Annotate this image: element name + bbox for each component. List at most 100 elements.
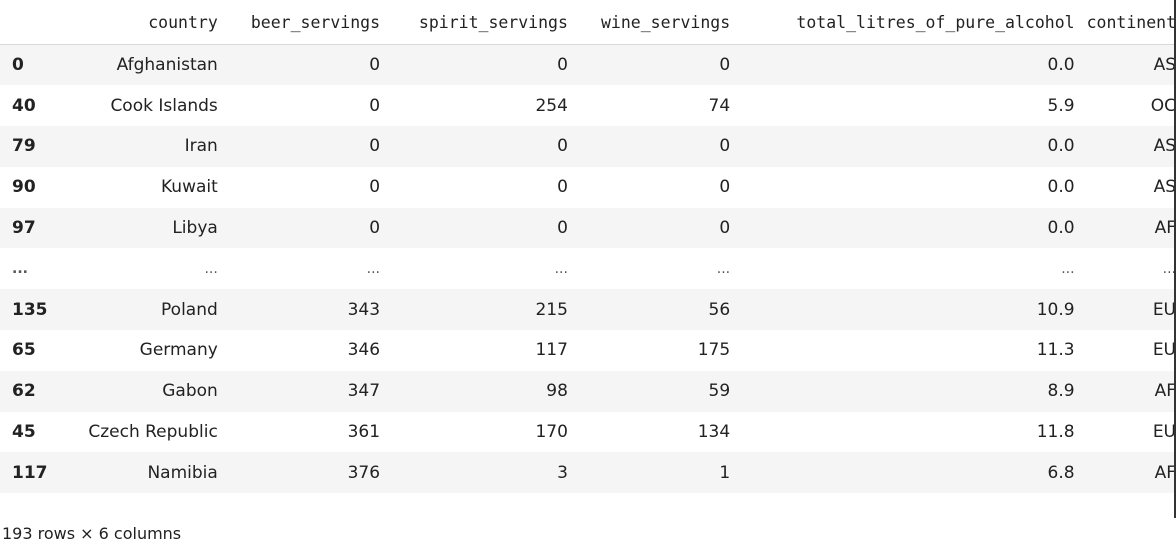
- cell-spirit: 254: [535, 95, 568, 116]
- cell-alcohol: 0.0: [1047, 136, 1075, 157]
- cell-alcohol: 5.9: [1047, 95, 1075, 116]
- table-row: 62 Gabon 347 98 59 8.9 AF: [0, 370, 1176, 412]
- cell-wine: 59: [708, 381, 731, 402]
- cell-beer: 0: [369, 177, 381, 198]
- column-header-country: country: [76, 0, 218, 45]
- table-row: 45 Czech Republic 361 170 134 11.8 EU: [0, 412, 1176, 453]
- table-shape-summary: 193 rows × 6 columns: [2, 524, 182, 543]
- cell-country: Namibia: [147, 462, 218, 483]
- cell-beer: 346: [347, 340, 381, 361]
- table-row: 90 Kuwait 0 0 0 0.0 AS: [0, 167, 1176, 208]
- cell-alcohol: 6.8: [1047, 462, 1075, 483]
- cell-country: Germany: [139, 340, 218, 361]
- table-row: 97 Libya 0 0 0 0.0 AF: [0, 207, 1176, 249]
- cell-spirit: 98: [546, 381, 568, 402]
- cell-country: Gabon: [162, 381, 218, 402]
- column-header-wine-servings: wine_servings: [567, 0, 731, 45]
- cell-wine: 175: [697, 340, 731, 361]
- table-body: 0 Afghanistan 0 0 0 0.0 AS 40 Cook Islands 0 254 74…: [0, 44, 1176, 494]
- cell-wine: 0: [719, 218, 731, 239]
- table-header-row: country beer_servings spirit_servings wi…: [0, 0, 1176, 45]
- cell-spirit: 0: [557, 55, 568, 76]
- cell-beer: 361: [347, 422, 381, 443]
- cell-wine: 0: [719, 55, 731, 76]
- cell-wine: 0: [719, 177, 731, 198]
- table-row: 40 Cook Islands 0 254 74 5.9 OC: [0, 85, 1176, 126]
- cell-spirit: 3: [557, 462, 568, 483]
- cell-continent: AS: [1153, 136, 1176, 157]
- cell-alcohol: 10.9: [1036, 299, 1075, 320]
- cell-continent: ...: [1162, 260, 1176, 277]
- row-index: 62: [12, 381, 36, 402]
- cell-continent: AF: [1154, 381, 1176, 402]
- cell-wine: 56: [708, 299, 731, 320]
- row-index: 117: [12, 462, 48, 483]
- cell-continent: AF: [1154, 218, 1176, 239]
- cell-beer: 0: [369, 95, 381, 116]
- row-index: 79: [12, 136, 36, 157]
- column-header-total-litres: total_litres_of_pure_alcohol: [730, 0, 1075, 45]
- table-row: 117 Namibia 376 3 1 6.8 AF: [0, 452, 1176, 494]
- cell-alcohol: 0.0: [1047, 177, 1075, 198]
- cell-continent: EU: [1152, 299, 1176, 320]
- cell-country: Cook Islands: [110, 95, 218, 116]
- table-row: 135 Poland 343 215 56 10.9 EU: [0, 289, 1176, 331]
- cell-beer: 343: [347, 299, 381, 320]
- cell-country: Poland: [161, 299, 218, 320]
- column-header-continent: continent: [1074, 0, 1176, 45]
- cell-alcohol: 8.9: [1047, 381, 1075, 402]
- cell-wine: 1: [719, 462, 731, 483]
- cell-spirit: 117: [535, 340, 568, 361]
- cell-continent: EU: [1152, 422, 1176, 443]
- row-index: 0: [12, 55, 24, 76]
- cell-continent: OC: [1150, 95, 1176, 116]
- cell-alcohol: 0.0: [1047, 218, 1075, 239]
- cell-spirit: 0: [557, 177, 568, 198]
- cell-alcohol: 11.8: [1036, 422, 1075, 443]
- cell-continent: AF: [1154, 462, 1176, 483]
- dataframe-output: country beer_servings spirit_servings wi…: [0, 0, 1176, 552]
- row-index: 135: [12, 299, 48, 320]
- index-header: [0, 0, 77, 45]
- cell-country: Iran: [184, 136, 218, 157]
- cell-beer: 376: [347, 462, 381, 483]
- row-index: 40: [12, 95, 36, 116]
- dataframe-table: country beer_servings spirit_servings wi…: [0, 0, 1176, 494]
- cell-country: Afghanistan: [116, 55, 218, 76]
- column-header-beer-servings: beer_servings: [217, 0, 381, 45]
- table-row: 79 Iran 0 0 0 0.0 AS: [0, 126, 1176, 167]
- cell-continent: AS: [1153, 55, 1176, 76]
- cell-spirit: 215: [535, 299, 568, 320]
- cell-country: ...: [204, 260, 218, 277]
- cell-country: Libya: [172, 218, 218, 239]
- cell-beer: 0: [369, 136, 381, 157]
- cell-spirit: 0: [557, 136, 568, 157]
- cell-wine: 74: [708, 95, 731, 116]
- table-row: .....................: [0, 248, 1176, 289]
- cell-alcohol: 11.3: [1036, 340, 1075, 361]
- cell-beer: 0: [369, 218, 381, 239]
- cell-wine: 0: [719, 136, 731, 157]
- row-index: 97: [12, 218, 36, 239]
- table-row: 0 Afghanistan 0 0 0 0.0 AS: [0, 44, 1176, 86]
- row-index: 90: [12, 177, 36, 198]
- cell-alcohol: ...: [1061, 260, 1075, 277]
- cell-continent: AS: [1153, 177, 1176, 198]
- cell-spirit: 0: [557, 218, 568, 239]
- cell-spirit: ...: [554, 260, 568, 277]
- cell-wine: 134: [697, 422, 731, 443]
- cell-beer: ...: [366, 260, 381, 277]
- cell-wine: ...: [716, 260, 731, 277]
- cell-beer: 347: [347, 381, 381, 402]
- table-row: 65 Germany 346 117 175 11.3 EU: [0, 330, 1176, 371]
- cell-alcohol: 0.0: [1047, 55, 1075, 76]
- cell-spirit: 170: [535, 422, 568, 443]
- cell-continent: EU: [1152, 340, 1176, 361]
- cell-beer: 0: [369, 55, 381, 76]
- row-index: 65: [12, 340, 36, 361]
- cell-country: Czech Republic: [88, 422, 218, 443]
- row-index: 45: [12, 422, 36, 443]
- column-header-spirit-servings: spirit_servings: [380, 0, 568, 45]
- cell-country: Kuwait: [161, 177, 218, 198]
- row-index: ...: [12, 260, 28, 277]
